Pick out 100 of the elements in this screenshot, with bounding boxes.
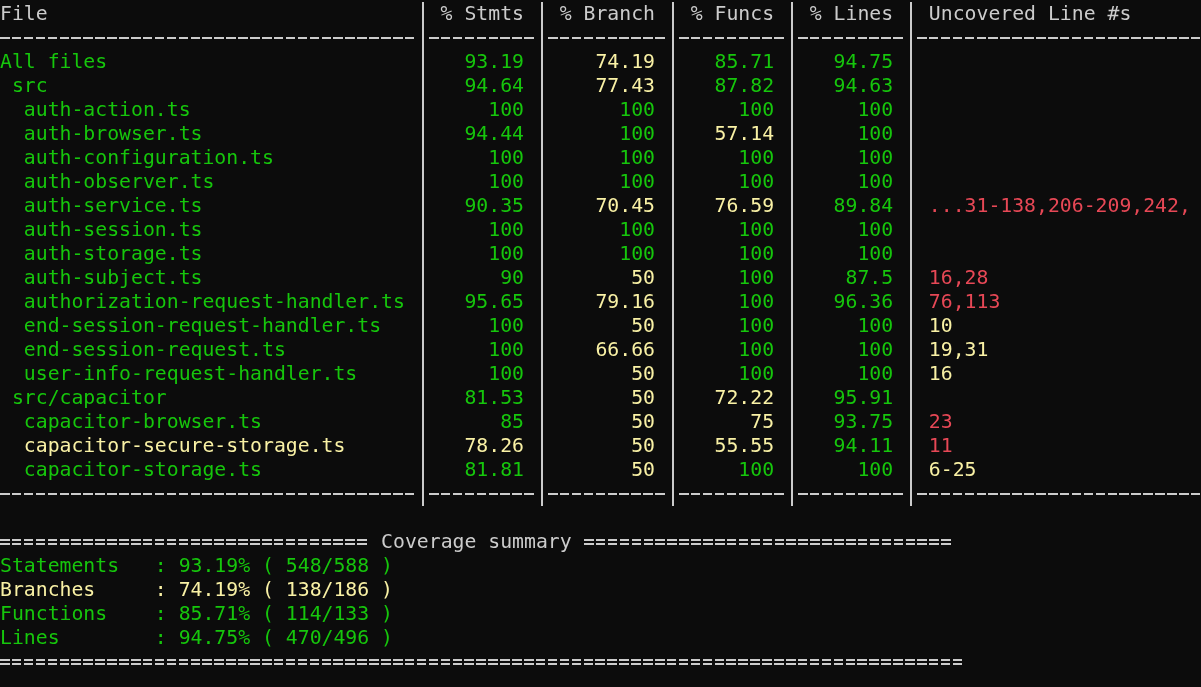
summary-value: : 94.75% ( 470/496 )	[154, 626, 393, 650]
uncovered-lines: 11	[928, 434, 953, 458]
uncovered-lines: 10	[928, 314, 953, 338]
summary-value: : 74.19% ( 138/186 )	[154, 578, 393, 602]
table-cell: 90.35	[464, 194, 524, 218]
table-cell: 100	[488, 146, 524, 170]
file-name: end-session-request-handler.ts	[23, 314, 382, 338]
uncovered-lines: 19,31	[928, 338, 989, 362]
table-cell: 100	[738, 458, 775, 482]
table-cell: 100	[857, 122, 894, 146]
table-cell: 50	[631, 314, 655, 338]
summary-value: : 93.19% ( 548/588 )	[154, 554, 393, 578]
table-cell: 93.75	[833, 410, 894, 434]
table-cell: 87.82	[714, 74, 775, 98]
file-name: src	[11, 74, 48, 98]
uncovered-lines: 76,113	[928, 290, 1001, 314]
file-name: auth-observer.ts	[23, 170, 215, 194]
table-cell: 66.66	[595, 338, 655, 362]
file-name: capacitor-storage.ts	[23, 458, 262, 482]
table-cell: 50	[631, 362, 655, 386]
uncovered-lines: 23	[928, 410, 953, 434]
column-header: % Stmts	[440, 2, 524, 26]
file-name: end-session-request.ts	[23, 338, 286, 362]
summary-value: : 85.71% ( 114/133 )	[154, 602, 393, 626]
table-cell: 94.64	[464, 74, 524, 98]
table-cell: 100	[488, 314, 524, 338]
column-header: Uncovered Line #s	[928, 2, 1132, 26]
table-cell: 100	[488, 338, 524, 362]
table-cell: 94.44	[464, 122, 524, 146]
table-cell: 96.36	[833, 290, 894, 314]
table-cell: 50	[631, 434, 655, 458]
table-cell: 81.53	[464, 386, 524, 410]
uncovered-lines: 6-25	[928, 458, 977, 482]
table-cell: 100	[619, 170, 655, 194]
table-cell: 100	[619, 218, 655, 242]
file-name: authorization-request-handler.ts	[23, 290, 405, 314]
file-name: capacitor-browser.ts	[23, 410, 262, 434]
table-cell: 100	[738, 170, 775, 194]
column-header: File	[0, 2, 48, 26]
table-cell: 87.5	[845, 266, 894, 290]
table-cell: 50	[631, 266, 655, 290]
table-cell: 100	[857, 458, 894, 482]
file-name: capacitor-secure-storage.ts	[23, 434, 346, 458]
summary-label: Functions	[0, 602, 109, 626]
table-cell: 94.11	[833, 434, 894, 458]
file-name: auth-configuration.ts	[23, 146, 274, 170]
uncovered-lines: 16	[928, 362, 953, 386]
table-cell: 50	[631, 458, 655, 482]
file-name: auth-subject.ts	[23, 266, 203, 290]
table-cell: 57.14	[714, 122, 775, 146]
table-cell: 94.75	[833, 50, 894, 74]
table-cell: 100	[738, 266, 775, 290]
table-cell: 100	[619, 122, 655, 146]
table-cell: 100	[738, 314, 775, 338]
uncovered-lines: 16,28	[928, 266, 989, 290]
table-cell: 78.26	[464, 434, 524, 458]
table-cell: 81.81	[464, 458, 524, 482]
table-cell: 100	[857, 362, 894, 386]
table-cell: 95.65	[464, 290, 524, 314]
table-cell: 100	[857, 242, 894, 266]
table-cell: 94.63	[833, 74, 894, 98]
file-name: auth-storage.ts	[23, 242, 203, 266]
summary-label: Branches	[0, 578, 97, 602]
table-cell: 93.19	[464, 50, 524, 74]
file-name: auth-session.ts	[23, 218, 203, 242]
table-cell: 100	[857, 98, 894, 122]
table-cell: 85.71	[714, 50, 775, 74]
table-cell: 90	[500, 266, 524, 290]
table-cell: 100	[738, 98, 775, 122]
summary-label: Lines	[0, 626, 61, 650]
table-cell: 100	[488, 242, 524, 266]
table-cell: 100	[738, 146, 775, 170]
table-cell: 89.84	[833, 194, 894, 218]
table-cell: 75	[750, 410, 775, 434]
column-header: % Lines	[809, 2, 894, 26]
table-cell: 100	[619, 98, 655, 122]
table-cell: 100	[488, 362, 524, 386]
file-name: auth-browser.ts	[23, 122, 203, 146]
table-cell: 70.45	[595, 194, 655, 218]
table-cell: 100	[738, 218, 775, 242]
table-cell: 100	[857, 170, 894, 194]
summary-title: Coverage summary	[381, 530, 572, 554]
table-cell: 100	[857, 146, 894, 170]
table-cell: 100	[488, 218, 524, 242]
table-cell: 50	[631, 410, 655, 434]
file-name: All files	[0, 50, 108, 74]
table-cell: 100	[488, 170, 524, 194]
uncovered-lines: ...31-138,206-209,242,	[928, 194, 1191, 218]
table-cell: 50	[631, 386, 655, 410]
table-cell: 100	[738, 242, 775, 266]
column-header: % Funcs	[690, 2, 775, 26]
table-cell: 79.16	[595, 290, 655, 314]
table-cell: 100	[857, 338, 894, 362]
table-cell: 85	[500, 410, 524, 434]
table-cell: 100	[619, 242, 655, 266]
table-cell: 100	[738, 362, 775, 386]
table-cell: 100	[488, 98, 524, 122]
file-name: auth-service.ts	[23, 194, 203, 218]
file-name: src/capacitor	[11, 386, 167, 410]
table-cell: 100	[738, 338, 775, 362]
